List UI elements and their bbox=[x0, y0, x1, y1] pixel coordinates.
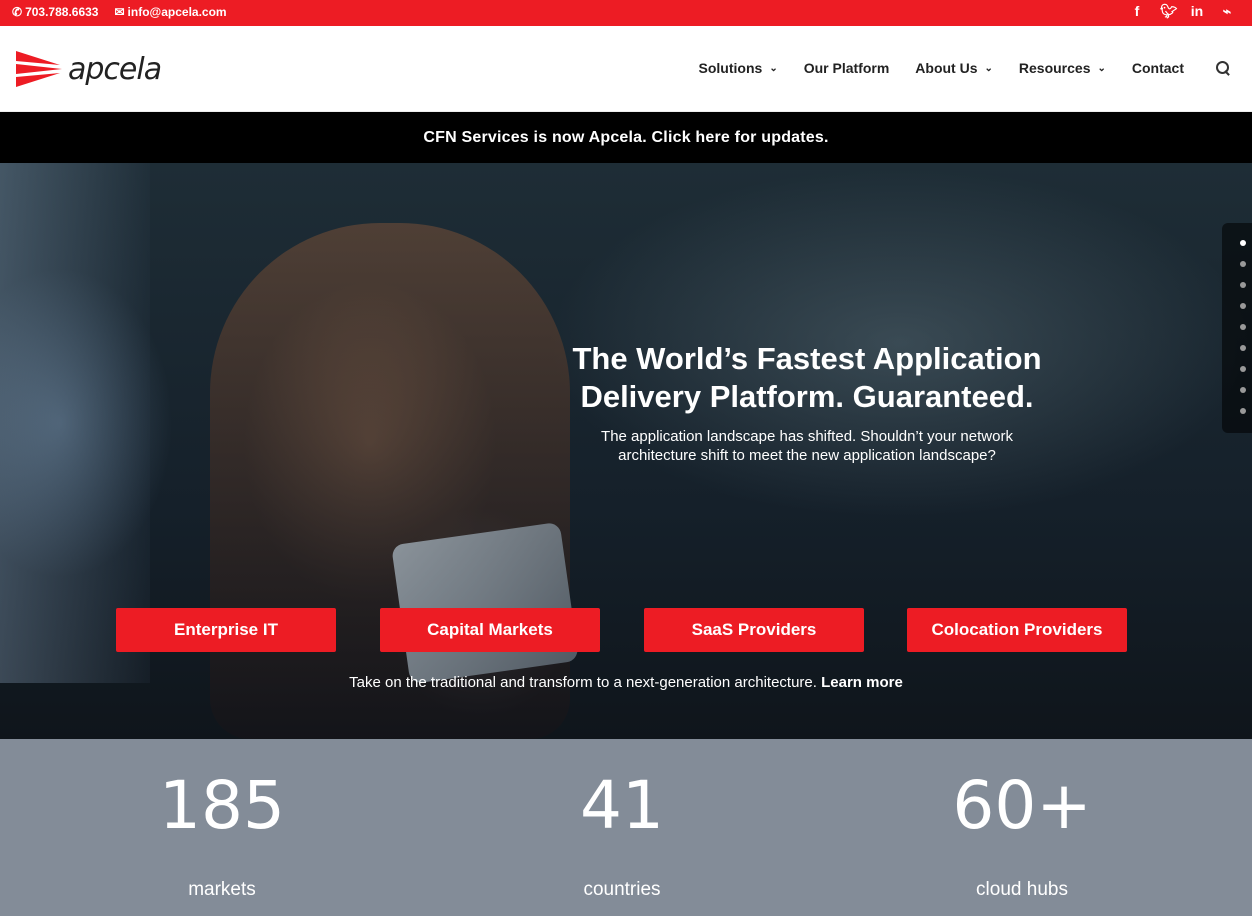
slide-dot[interactable] bbox=[1240, 282, 1246, 288]
nav-item-about-us[interactable]: About Us ⌄ bbox=[915, 60, 993, 76]
hero-footer: Take on the traditional and transform to… bbox=[349, 674, 903, 691]
slide-dots bbox=[1222, 223, 1252, 433]
stat-label: countries bbox=[583, 879, 661, 900]
announcement-bar[interactable]: CFN Services is now Apcela. Click here f… bbox=[0, 112, 1252, 163]
email-link[interactable]: ✉ info@apcela.com bbox=[114, 5, 226, 19]
stat-countries: 41 countries bbox=[472, 739, 772, 901]
hero-title: The World’s Fastest Application Delivery… bbox=[572, 341, 1042, 414]
facebook-icon[interactable]: f bbox=[1130, 3, 1144, 20]
hero-background-tablet bbox=[391, 521, 579, 685]
rss-icon[interactable]: ⌁ bbox=[1220, 3, 1234, 20]
stat-markets: 185 markets bbox=[72, 739, 372, 901]
site-header: apcela Solutions ⌄ Our Platform About Us ⌄… bbox=[0, 26, 1252, 112]
nav-item-our-platform[interactable]: Our Platform bbox=[804, 60, 890, 76]
stat-label: markets bbox=[188, 879, 256, 900]
hero-slider: The World’s Fastest Application Delivery… bbox=[0, 163, 1252, 739]
stat-cloud-hubs: 60+ cloud hubs bbox=[872, 739, 1172, 901]
top-bar: ✆ 703.788.6633 ✉ info@apcela.com f 🐦︎ in ⌁ bbox=[0, 0, 1252, 26]
enterprise-it-button[interactable]: Enterprise IT bbox=[116, 608, 336, 652]
stat-number: 41 bbox=[580, 767, 664, 844]
hero-background-monitor bbox=[0, 163, 150, 683]
linkedin-icon[interactable]: in bbox=[1190, 3, 1204, 20]
slide-dot[interactable] bbox=[1240, 387, 1246, 393]
social-links: f 🐦︎ in ⌁ bbox=[1130, 3, 1234, 20]
main-nav: Solutions ⌄ Our Platform About Us ⌄ Resour… bbox=[699, 60, 1230, 76]
learn-more-link[interactable]: Learn more bbox=[821, 674, 903, 691]
logo[interactable]: apcela bbox=[16, 47, 162, 91]
phone-icon: ✆ bbox=[12, 5, 23, 19]
slide-dot[interactable] bbox=[1240, 366, 1246, 372]
stat-label: cloud hubs bbox=[976, 879, 1068, 900]
twitter-icon[interactable]: 🐦︎ bbox=[1160, 3, 1178, 20]
capital-markets-button[interactable]: Capital Markets bbox=[380, 608, 600, 652]
stat-number: 60+ bbox=[952, 767, 1092, 844]
hero-subtitle: The application landscape has shifted. S… bbox=[601, 428, 1013, 464]
chevron-down-icon: ⌄ bbox=[1097, 62, 1106, 74]
search-icon[interactable] bbox=[1216, 61, 1230, 75]
slide-dot[interactable] bbox=[1240, 261, 1246, 267]
envelope-icon: ✉ bbox=[114, 5, 125, 19]
slide-dot[interactable] bbox=[1240, 324, 1246, 330]
slide-dot[interactable] bbox=[1240, 408, 1246, 414]
phone-link[interactable]: ✆ 703.788.6633 bbox=[12, 5, 98, 19]
chevron-down-icon: ⌄ bbox=[984, 62, 993, 74]
stat-number: 185 bbox=[159, 767, 285, 844]
nav-item-contact[interactable]: Contact bbox=[1132, 60, 1184, 76]
saas-providers-button[interactable]: SaaS Providers bbox=[644, 608, 864, 652]
slide-dot[interactable] bbox=[1240, 345, 1246, 351]
slide-dot[interactable] bbox=[1240, 303, 1246, 309]
colocation-providers-button[interactable]: Colocation Providers bbox=[907, 608, 1127, 652]
nav-item-resources[interactable]: Resources ⌄ bbox=[1019, 60, 1106, 76]
chevron-down-icon: ⌄ bbox=[769, 62, 778, 74]
logo-mark-icon bbox=[16, 51, 62, 87]
logo-text: apcela bbox=[68, 51, 162, 87]
stats-section: 185 markets 41 countries 60+ cloud hubs bbox=[0, 739, 1252, 916]
slide-dot[interactable] bbox=[1240, 240, 1246, 246]
nav-item-solutions[interactable]: Solutions ⌄ bbox=[699, 60, 778, 76]
contact-info: ✆ 703.788.6633 ✉ info@apcela.com bbox=[12, 5, 227, 19]
